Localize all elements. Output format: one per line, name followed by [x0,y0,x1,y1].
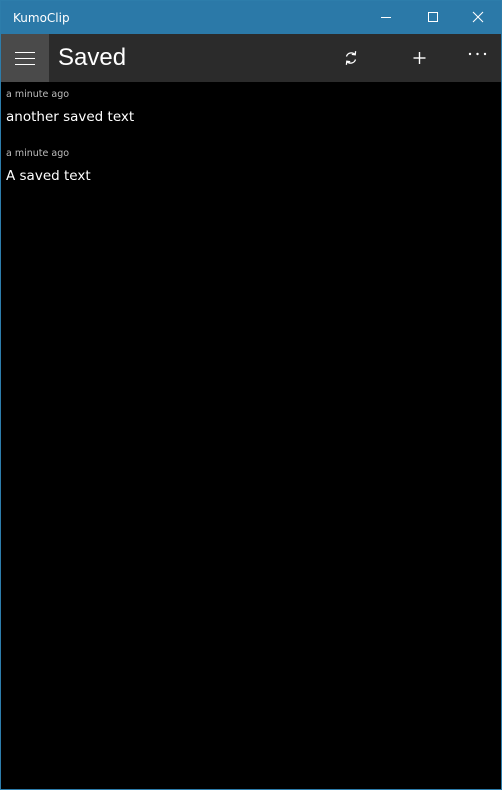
page-title: Saved [58,44,127,71]
close-icon [472,11,484,23]
more-options-button[interactable] [453,34,501,82]
hamburger-icon-line [15,58,35,59]
app-bar: Saved [1,34,501,82]
more-icon [468,52,487,56]
hamburger-icon [15,52,35,53]
close-button[interactable] [455,1,501,34]
minimize-button[interactable] [363,1,409,34]
list-item[interactable]: a minute ago another saved text [1,82,501,141]
window-title: KumoClip [13,11,70,25]
minimize-icon [381,17,391,18]
hamburger-icon-line [15,64,35,65]
item-timestamp: a minute ago [6,148,70,159]
title-bar[interactable]: KumoClip [1,1,501,34]
sync-icon [345,51,357,65]
app-window: KumoClip Saved a minute ago another save… [0,0,502,790]
sync-button[interactable] [327,34,375,82]
hamburger-menu-button[interactable] [1,34,49,82]
add-button[interactable] [395,34,443,82]
maximize-button[interactable] [409,1,455,34]
maximize-icon [428,12,438,22]
saved-list: a minute ago another saved text a minute… [1,82,501,200]
item-text: A saved text [6,168,91,184]
item-text: another saved text [6,109,135,125]
item-timestamp: a minute ago [6,89,70,100]
list-item[interactable]: a minute ago A saved text [1,141,501,200]
plus-icon [413,52,426,64]
